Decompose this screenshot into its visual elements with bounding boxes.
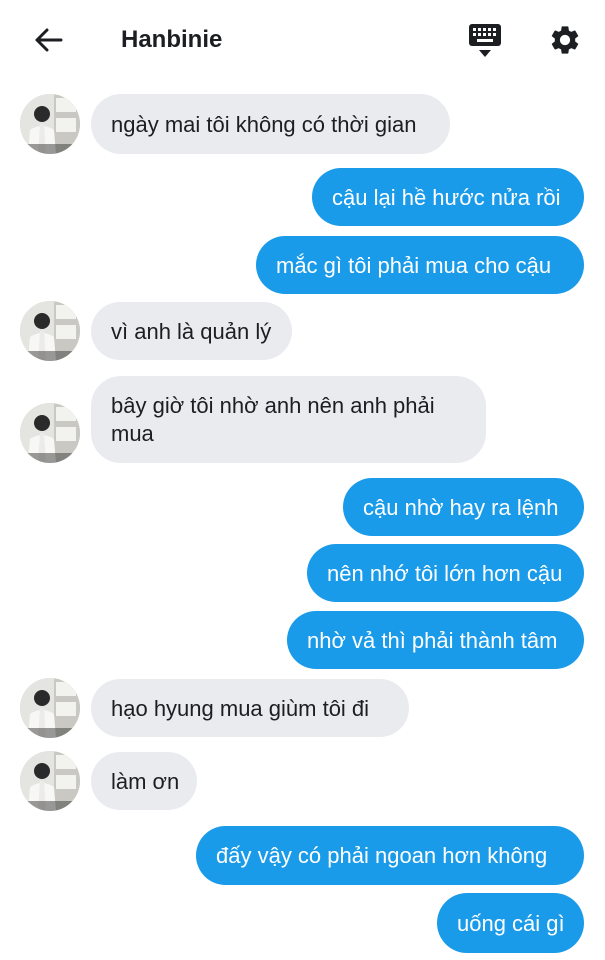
message-bubble-incoming[interactable]: ngày mai tôi không có thời gian: [91, 94, 450, 154]
profile-photo: [20, 301, 80, 361]
message-bubble-outgoing[interactable]: nhờ vả thì phải thành tâm: [287, 611, 584, 669]
message-bubble-outgoing[interactable]: mắc gì tôi phải mua cho cậu: [256, 236, 584, 294]
back-button[interactable]: [28, 20, 68, 60]
avatar[interactable]: [20, 94, 80, 154]
profile-photo: [20, 751, 80, 811]
avatar[interactable]: [20, 301, 80, 361]
message-bubble-incoming[interactable]: bây giờ tôi nhờ anh nên anh phải mua: [91, 376, 486, 463]
message-bubble-incoming[interactable]: làm ơn: [91, 752, 197, 810]
message-bubble-outgoing[interactable]: cậu lại hề hước nửa rồi: [312, 168, 584, 226]
message-bubble-outgoing[interactable]: nên nhớ tôi lớn hơn cậu: [307, 544, 584, 602]
contact-name[interactable]: Hanbinie: [121, 24, 222, 56]
message-bubble-incoming[interactable]: vì anh là quản lý: [91, 302, 292, 360]
message-bubble-incoming[interactable]: hạo hyung mua giùm tôi đi: [91, 679, 409, 737]
profile-photo: [20, 678, 80, 738]
avatar[interactable]: [20, 751, 80, 811]
message-bubble-outgoing[interactable]: uống cái gì: [437, 893, 584, 953]
avatar[interactable]: [20, 678, 80, 738]
profile-photo: [20, 94, 80, 154]
message-bubble-outgoing[interactable]: đấy vậy có phải ngoan hơn không: [196, 826, 584, 885]
avatar[interactable]: [20, 403, 80, 463]
profile-photo: [20, 403, 80, 463]
gear-icon: [551, 26, 579, 54]
keyboard-button[interactable]: [463, 18, 507, 62]
chat-header: Hanbinie: [0, 0, 605, 80]
arrow-left-icon: [35, 28, 63, 52]
settings-button[interactable]: [543, 18, 587, 62]
keyboard-icon: [469, 24, 501, 57]
message-bubble-outgoing[interactable]: cậu nhờ hay ra lệnh: [343, 478, 584, 536]
